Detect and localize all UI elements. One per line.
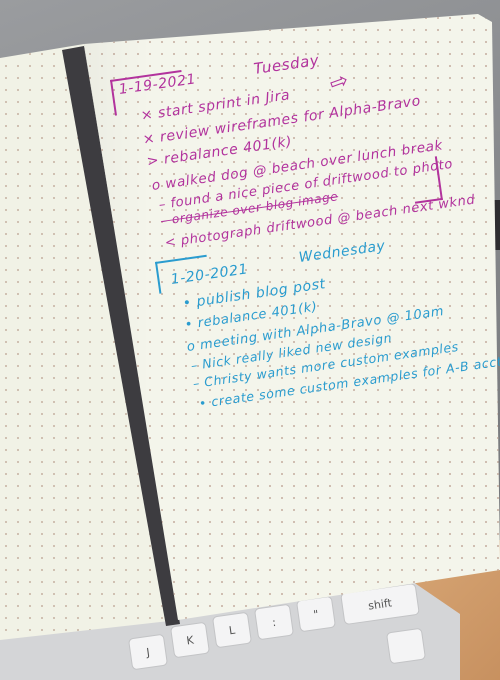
key-quote: " bbox=[295, 595, 337, 633]
key-k: K bbox=[169, 621, 211, 659]
key-l: L bbox=[211, 611, 253, 649]
key-semicolon: : bbox=[253, 603, 295, 641]
key-j: J bbox=[127, 633, 169, 671]
entry-bracket bbox=[409, 156, 443, 204]
key-arrow bbox=[385, 627, 427, 665]
